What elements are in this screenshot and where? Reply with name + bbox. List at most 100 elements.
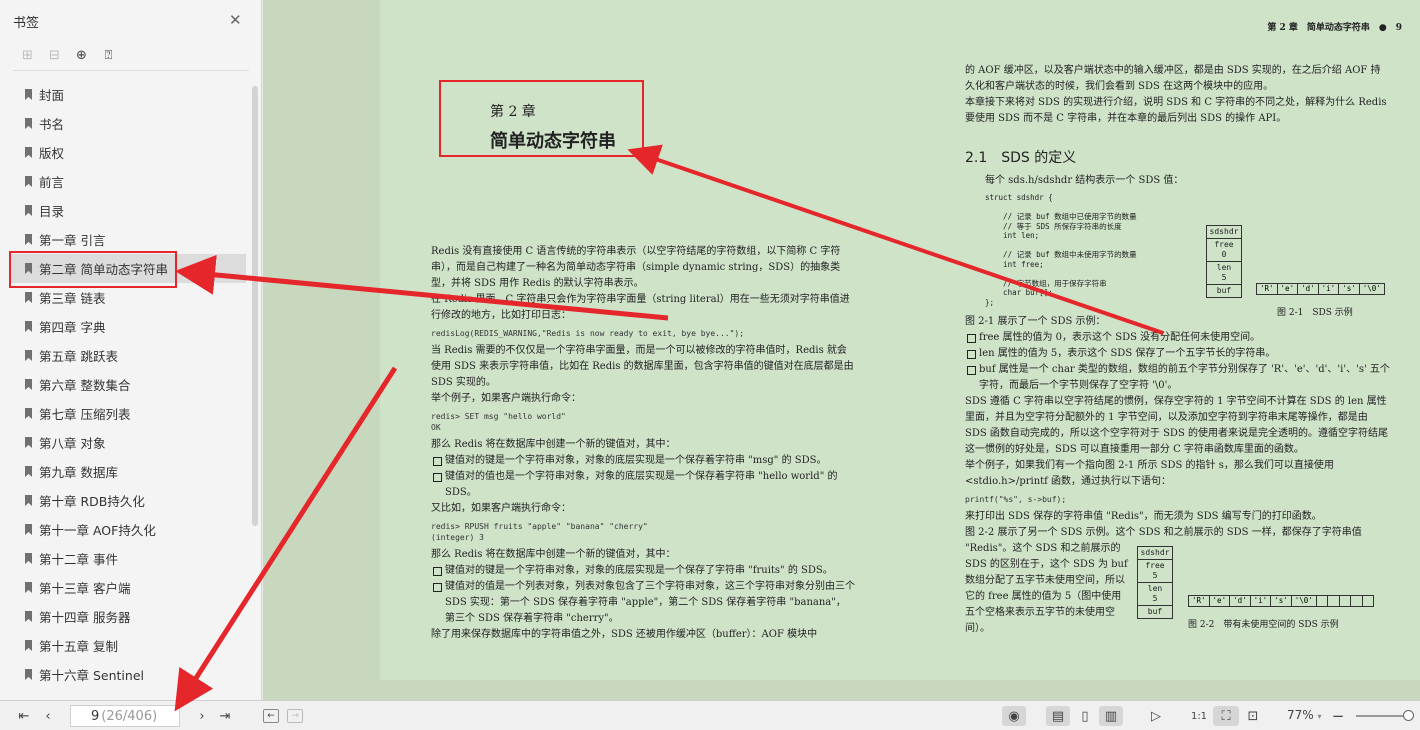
eye-protection-icon[interactable]: ◉: [1002, 706, 1026, 726]
page-number-input[interactable]: 9 (26/406): [70, 705, 180, 727]
sidebar-item-17[interactable]: 第十二章 事件: [10, 544, 246, 573]
paragraph: 在 Redis 里面，C 字符串只会作为字符串字面量（string litera…: [431, 294, 850, 321]
bookmark-icon[interactable]: ⍰: [101, 47, 116, 63]
bookmark-ribbon-icon: [25, 640, 32, 651]
sidebar-item-12[interactable]: 第七章 压缩列表: [10, 399, 246, 428]
fit-width-icon[interactable]: ⊡: [1242, 706, 1264, 726]
struct-code: struct sdshdr { // 记录 buf 数组中已使用字节的数量 //…: [985, 193, 1137, 307]
section-lead: 每个 sds.h/sdshdr 结构表示一个 SDS 值：: [985, 175, 1184, 186]
document-view[interactable]: 第 2 章 简单动态字符串 ● 9 第 2 章 简单动态字符串 Redis 没有…: [263, 0, 1420, 700]
sidebar-item-3[interactable]: 版权: [10, 138, 246, 167]
sidebar-item-label: 目录: [39, 204, 65, 219]
bookmark-ribbon-icon: [25, 205, 32, 216]
sidebar-item-1[interactable]: 封面: [10, 80, 246, 109]
bullet-item: len 属性的值为 5，表示这个 SDS 保存了一个五字节长的字符串。: [965, 346, 1390, 362]
sidebar-item-19[interactable]: 第十四章 服务器: [10, 602, 246, 631]
buf-cell: [1363, 596, 1374, 606]
next-page-icon[interactable]: ›: [194, 706, 210, 726]
chapter-number: 第 2 章: [490, 104, 536, 120]
buf-cell: 's': [1339, 284, 1360, 294]
sidebar-item-label: 第七章 压缩列表: [39, 407, 131, 422]
close-icon[interactable]: ✕: [229, 12, 242, 28]
chapter-title: 简单动态字符串: [490, 131, 616, 152]
play-icon[interactable]: ▷: [1145, 706, 1167, 726]
bookmark-list: 封面 书名 版权 前言 目录 第一章 引言 第二章 简单动态字符串 第三章 链表 第四章 字典第…: [10, 80, 246, 689]
actual-size-icon[interactable]: 1:1: [1188, 706, 1210, 726]
back-icon[interactable]: ←: [263, 709, 279, 723]
running-head: 第 2 章 简单动态字符串 ● 9: [1267, 23, 1402, 33]
paragraph: 本章接下来将对 SDS 的实现进行介绍，说明 SDS 和 C 字符串的不同之处，…: [965, 97, 1387, 124]
buf-cell: 'i': [1319, 284, 1340, 294]
sidebar-item-label: 版权: [39, 146, 65, 161]
double-page-icon[interactable]: ▥: [1099, 706, 1123, 726]
sidebar-item-13[interactable]: 第八章 对象: [10, 428, 246, 457]
sidebar-item-5[interactable]: 目录: [10, 196, 246, 225]
struct-cell: sdshdr: [1207, 226, 1241, 239]
zoom-slider-handle[interactable]: [1403, 710, 1414, 721]
last-page-icon[interactable]: ⇥: [217, 706, 233, 726]
bullet-item: 键值对的值也是一个字符串对象，对象的底层实现是一个保存着字符串 "hello w…: [431, 469, 855, 501]
bullet-item: 键值对的键是一个字符串对象，对象的底层实现是一个保存了字符串 "fruits" …: [431, 563, 855, 579]
sdshdr-struct-box: sdshdr free 0 len 5 buf: [1206, 225, 1242, 298]
bookmark-ribbon-icon: [25, 524, 32, 535]
buf-cell: 'R': [1257, 284, 1278, 294]
prev-page-icon[interactable]: ‹: [40, 706, 56, 726]
right-column-body: 图 2-1 展示了一个 SDS 示例： free 属性的值为 0，表示这个 SDS…: [965, 314, 1390, 637]
sidebar-item-8[interactable]: 第三章 链表: [10, 283, 246, 312]
buf-cell: [1351, 596, 1363, 606]
bookmark-ribbon-icon: [25, 582, 32, 593]
bookmark-ribbon-icon: [25, 553, 32, 564]
buf-array: 'R''e''d''i''s' '\0': [1256, 283, 1385, 295]
bullet-item: free 属性的值为 0，表示这个 SDS 没有分配任何未使用空间。: [965, 330, 1390, 346]
sidebar-item-label: 第十二章 事件: [39, 552, 118, 567]
sidebar-item-label: 封面: [39, 88, 65, 103]
paragraph: 当 Redis 需要的不仅仅是一个字符串字面量，而是一个可以被修改的字符串值时，…: [431, 345, 854, 388]
buf-cell: '\0': [1292, 596, 1317, 606]
expand-icon[interactable]: ⊞: [20, 47, 35, 63]
sdshdr-struct-box: sdshdr free 5 len 5 buf: [1137, 546, 1173, 619]
sidebar-scrollbar[interactable]: [252, 86, 258, 526]
sidebar-item-label: 第十三章 客户端: [39, 581, 131, 596]
sidebar-item-2[interactable]: 书名: [10, 109, 246, 138]
sidebar-item-label: 第六章 整数集合: [39, 378, 131, 393]
buf-cell: 'd': [1298, 284, 1319, 294]
sidebar-item-15[interactable]: 第十章 RDB持久化: [10, 486, 246, 515]
sidebar-item-16[interactable]: 第十一章 AOF持久化: [10, 515, 246, 544]
fit-page-icon[interactable]: ⛶: [1213, 706, 1239, 726]
struct-cell: free 0: [1207, 239, 1241, 262]
sidebar-item-11[interactable]: 第六章 整数集合: [10, 370, 246, 399]
sidebar-item-4[interactable]: 前言: [10, 167, 246, 196]
forward-icon[interactable]: →: [287, 709, 303, 723]
bookmark-sidebar: 书签 ✕ ⊞ ⊟ ⊕ ⍰ 封面 书名 版权 前言 目录 第一章 引言 第二章 简单动态字符串…: [0, 0, 262, 700]
collapse-icon[interactable]: ⊟: [47, 47, 62, 63]
page-current: 9: [91, 708, 100, 724]
continuous-page-icon[interactable]: ▤: [1046, 706, 1070, 726]
code-sample: redis> RPUSH fruits "apple" "banana" "ch…: [431, 522, 648, 542]
bullet-item: 键值对的值是一个列表对象，列表对象包含了三个字符串对象，这三个字符串对象分别由三…: [431, 579, 855, 627]
right-column-intro: 的 AOF 缓冲区，以及客户端状态中的输入缓冲区，都是由 SDS 实现的，在之后…: [965, 63, 1390, 127]
paragraph: "Redis"。这个 SDS 和之前展示的 SDS 的区别在于，这个 SDS 为…: [965, 543, 1128, 634]
sidebar-item-label: 第十四章 服务器: [39, 610, 131, 625]
first-page-icon[interactable]: ⇤: [16, 706, 32, 726]
bookmark-ribbon-icon: [25, 379, 32, 390]
single-page-icon[interactable]: ▯: [1074, 706, 1096, 726]
bookmark-ribbon-icon: [25, 437, 32, 448]
buf-cell: [1340, 596, 1352, 606]
sidebar-item-20[interactable]: 第十五章 复制: [10, 631, 246, 660]
sidebar-item-6[interactable]: 第一章 引言: [10, 225, 246, 254]
sidebar-item-7[interactable]: 第二章 简单动态字符串: [10, 254, 246, 283]
bookmark-ribbon-icon: [25, 118, 32, 129]
sidebar-item-18[interactable]: 第十三章 客户端: [10, 573, 246, 602]
sidebar-item-14[interactable]: 第九章 数据库: [10, 457, 246, 486]
left-column: Redis 没有直接使用 C 语言传统的字符串表示（以空字符结尾的字符数组，以下…: [431, 244, 855, 643]
sidebar-item-10[interactable]: 第五章 跳跃表: [10, 341, 246, 370]
paragraph: 图 2-1 展示了一个 SDS 示例：: [965, 316, 1106, 327]
zoom-out-icon[interactable]: −: [1331, 706, 1345, 726]
sidebar-item-9[interactable]: 第四章 字典: [10, 312, 246, 341]
zoom-select[interactable]: 77% ▾: [1287, 708, 1322, 722]
add-bookmark-icon[interactable]: ⊕: [74, 47, 89, 63]
buf-array: 'R''e''d''i''s' '\0': [1188, 595, 1375, 607]
sidebar-item-21[interactable]: 第十六章 Sentinel: [10, 660, 246, 689]
paragraph: 那么 Redis 将在数据库中创建一个新的键值对，其中：: [431, 549, 676, 560]
zoom-slider[interactable]: [1356, 715, 1410, 717]
